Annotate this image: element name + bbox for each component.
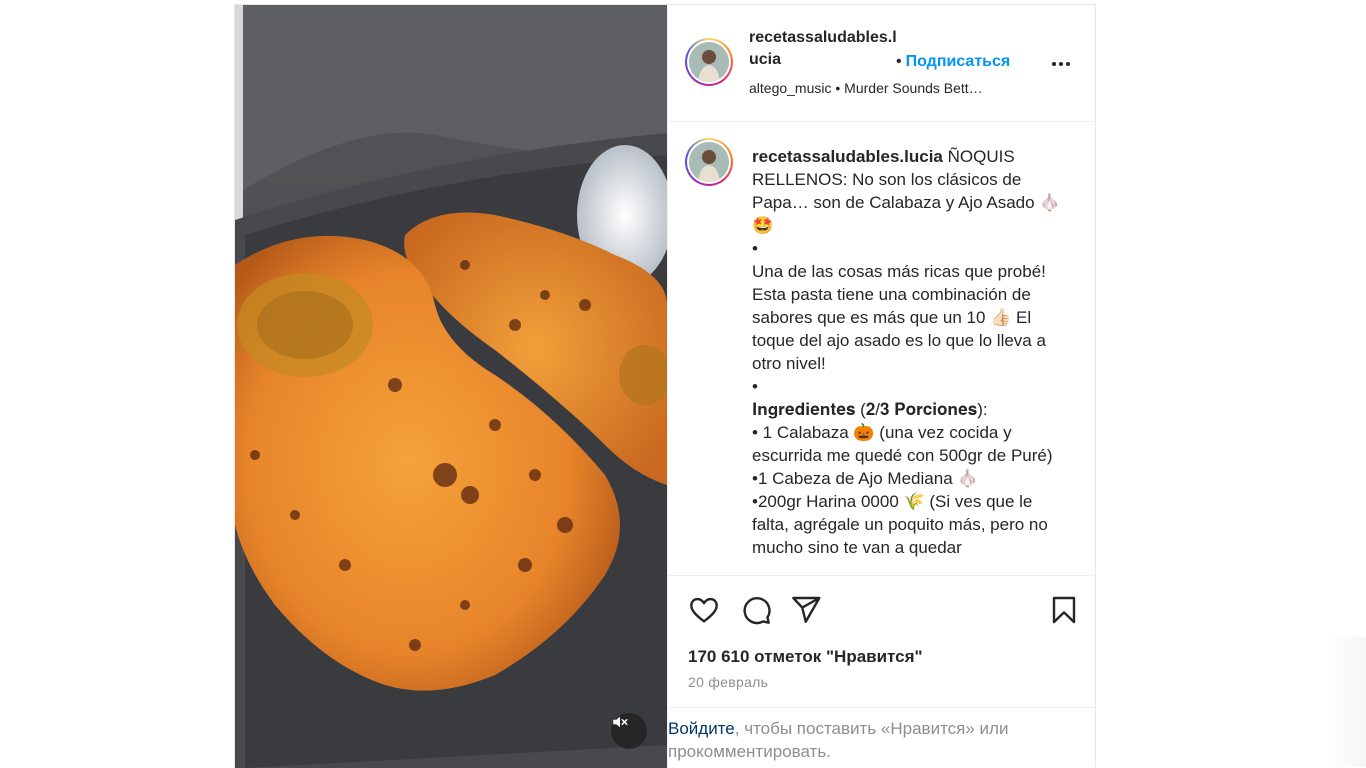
mute-toggle-button[interactable]: [611, 713, 647, 749]
more-options-button[interactable]: [1049, 52, 1073, 76]
separator-dot: •: [896, 53, 902, 70]
caption-username-link[interactable]: recetassaludables.lucia: [752, 147, 943, 166]
comment-icon[interactable]: [740, 594, 772, 626]
post-header: recetassaludables.lucia • Подписаться alt…: [668, 5, 1096, 122]
login-link[interactable]: Войдите: [668, 719, 735, 738]
post-side-panel: recetassaludables.lucia • Подписаться alt…: [667, 5, 1096, 768]
caption-body: ÑOQUIS RELLENOS: No son los clásicos de …: [752, 147, 1061, 557]
bookmark-icon[interactable]: [1048, 594, 1080, 626]
caption-avatar[interactable]: [685, 138, 733, 186]
login-prompt: Войдите, чтобы поставить «Нравится» или …: [668, 707, 1096, 768]
avatar[interactable]: [685, 38, 733, 86]
follow-button[interactable]: Подписаться: [906, 53, 1011, 70]
likes-count[interactable]: 170 610 отметок "Нравится": [688, 647, 923, 667]
caption-text: recetassaludables.lucia ÑOQUIS RELLENOS:…: [752, 145, 1072, 559]
post-actions: 170 610 отметок "Нравится" 20 февраль: [668, 575, 1096, 707]
video-frame-image: [235, 5, 667, 768]
paper-plane-icon[interactable]: [790, 594, 822, 626]
follow-area: • Подписаться: [896, 51, 1010, 73]
post-caption: recetassaludables.lucia ÑOQUIS RELLENOS:…: [668, 121, 1096, 575]
post-container: recetassaludables.lucia • Подписаться alt…: [234, 4, 1096, 768]
heart-icon[interactable]: [688, 594, 720, 626]
avatar-image: [689, 42, 729, 82]
post-date[interactable]: 20 февраль: [688, 674, 768, 690]
edge-glow: [1326, 637, 1366, 767]
header-username-link[interactable]: recetassaludables.lucia: [749, 27, 899, 71]
more-dots-icon: [1049, 62, 1073, 80]
caption-avatar-image: [689, 142, 729, 182]
post-video[interactable]: [235, 5, 667, 768]
audio-attribution-link[interactable]: altego_music • Murder Sounds Bett…: [749, 79, 983, 97]
